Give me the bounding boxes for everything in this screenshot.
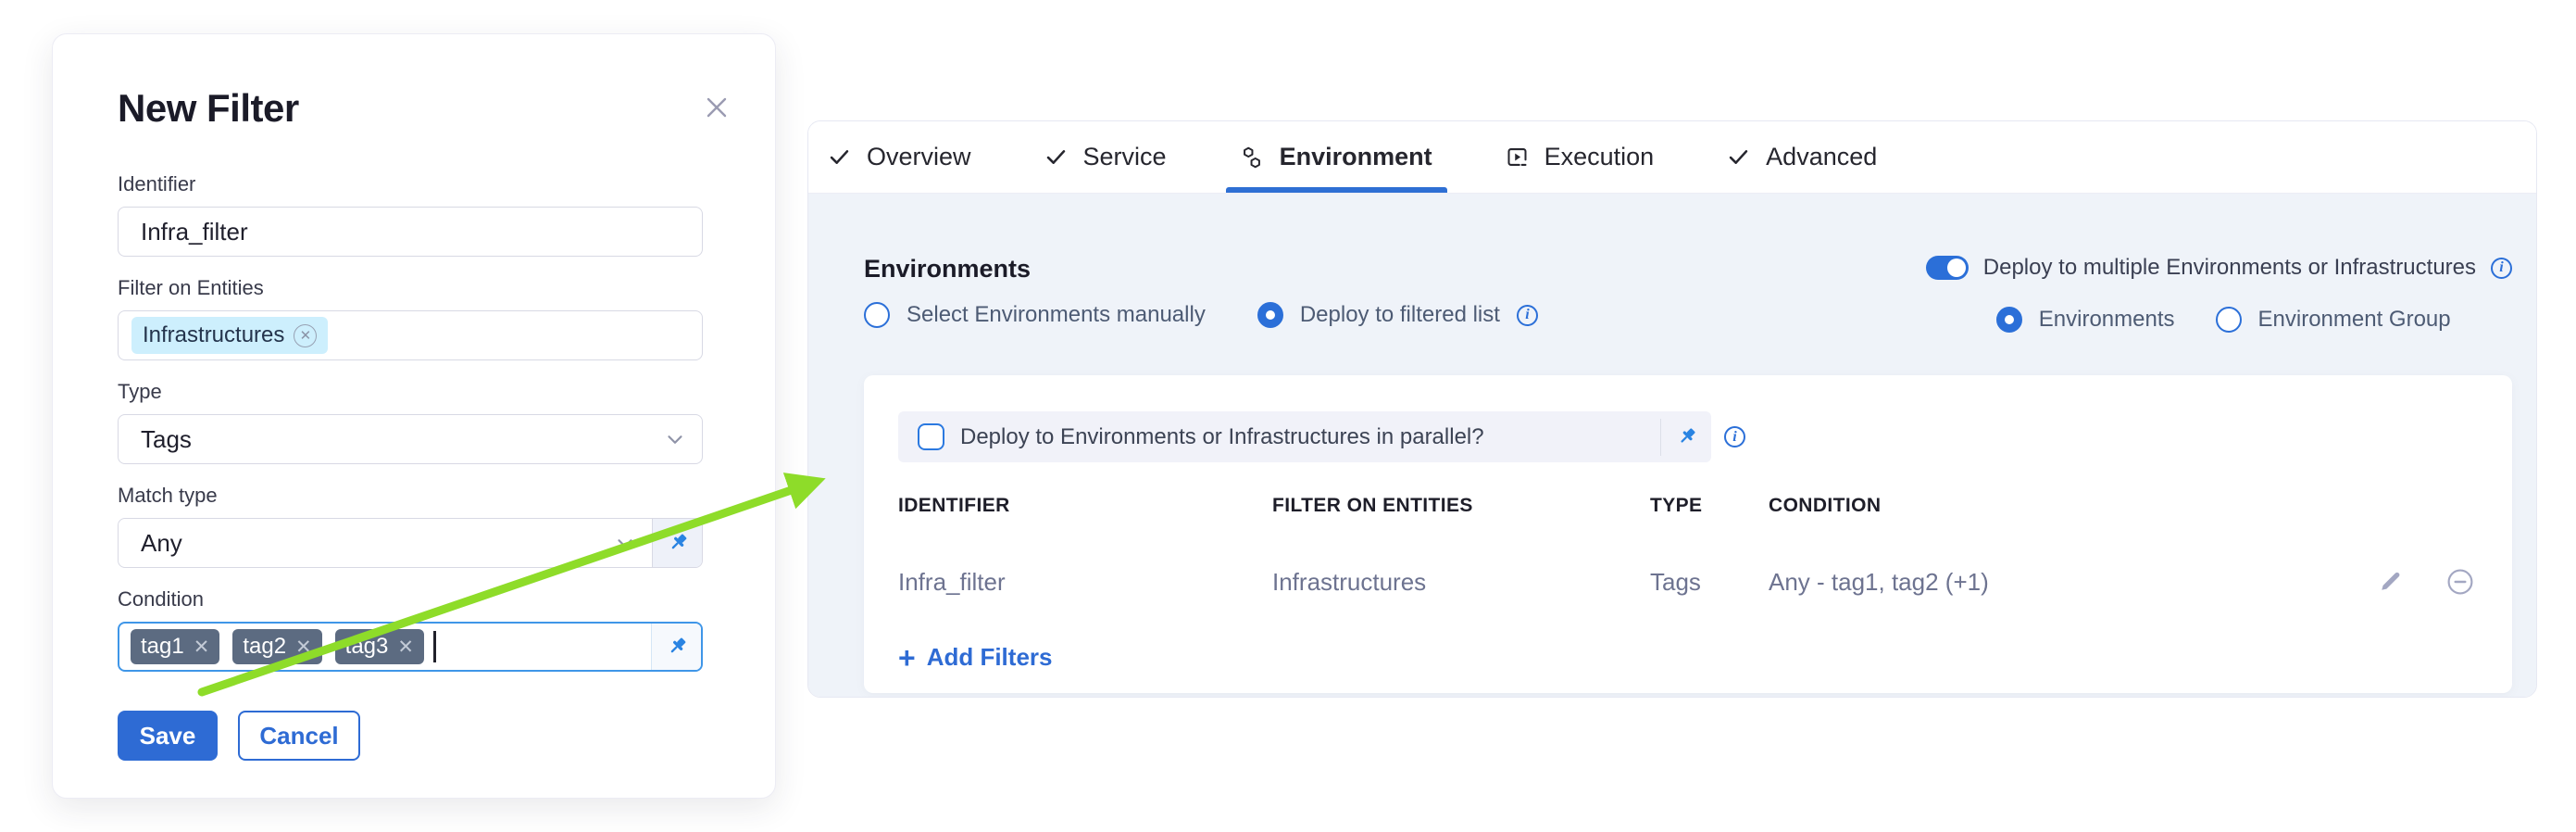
hexagons-icon (1239, 145, 1265, 170)
tag-chip-label: tag1 (141, 634, 184, 660)
plus-icon: + (898, 646, 916, 670)
tab-label: Environment (1280, 143, 1432, 171)
text-cursor (433, 631, 436, 662)
table-row: Infra_filter Infrastructures Tags Any - … (898, 567, 2475, 597)
chevron-down-icon (663, 427, 687, 451)
save-button[interactable]: Save (118, 711, 218, 761)
dialog-title: New Filter (118, 84, 753, 132)
chip-remove-icon[interactable]: ✕ (294, 324, 317, 347)
parallel-checkbox-label[interactable]: Deploy to Environments or Infrastructure… (960, 424, 1484, 450)
tab-overview[interactable]: Overview (827, 121, 971, 193)
stage-tabbar: Overview Service Environment Execution A… (808, 121, 2536, 194)
remove-minus-icon[interactable] (2445, 567, 2475, 597)
col-condition: CONDITION (1769, 495, 2327, 517)
tag-chip[interactable]: tag3 ✕ (335, 629, 424, 664)
edit-pencil-icon[interactable] (2377, 567, 2405, 597)
add-filters-label: Add Filters (927, 643, 1053, 672)
play-square-icon (1505, 145, 1530, 170)
identifier-input[interactable]: Infra_filter (118, 207, 703, 257)
info-icon[interactable]: i (1724, 426, 1745, 448)
tag-chip-label: tag2 (243, 634, 286, 660)
multi-env-toggle-label[interactable]: Deploy to multiple Environments or Infra… (1983, 255, 2476, 281)
pin-icon[interactable] (651, 624, 701, 670)
parallel-checkbox[interactable] (918, 423, 944, 450)
radio-environments[interactable] (1996, 307, 2022, 333)
radio-select-manually-label[interactable]: Select Environments manually (907, 302, 1206, 328)
tab-label: Service (1083, 143, 1167, 171)
radio-environments-label[interactable]: Environments (2039, 307, 2175, 333)
col-identifier: IDENTIFIER (898, 495, 1272, 517)
row-type: Tags (1650, 568, 1769, 597)
check-icon (1726, 145, 1751, 170)
info-icon[interactable]: i (1517, 305, 1538, 326)
tab-environment[interactable]: Environment (1239, 121, 1432, 193)
tag-remove-icon[interactable]: ✕ (295, 636, 312, 659)
identifier-value: Infra_filter (119, 218, 248, 246)
radio-select-manually[interactable] (864, 302, 890, 328)
parallel-option-row: Deploy to Environments or Infrastructure… (898, 411, 1711, 462)
tag-chip[interactable]: tag1 ✕ (131, 629, 219, 664)
environment-tab-content: Environments Select Environments manuall… (808, 194, 2536, 698)
row-condition: Any - tag1, tag2 (+1) (1769, 568, 2327, 597)
pipeline-stage-panel: Overview Service Environment Execution A… (807, 120, 2537, 698)
check-icon (1044, 145, 1069, 170)
chevron-down-icon (613, 531, 637, 555)
radio-environment-group-label[interactable]: Environment Group (2258, 307, 2451, 333)
row-identifier: Infra_filter (898, 568, 1272, 597)
col-type: TYPE (1650, 495, 1769, 517)
radio-deploy-filtered-label[interactable]: Deploy to filtered list (1300, 302, 1500, 328)
new-filter-dialog: New Filter Identifier Infra_filter Filte… (52, 33, 776, 799)
match-type-label: Match type (118, 483, 753, 509)
environments-heading: Environments (864, 255, 1538, 284)
identifier-label: Identifier (118, 171, 753, 197)
filters-card: Deploy to Environments or Infrastructure… (864, 375, 2512, 693)
radio-environment-group[interactable] (2216, 307, 2242, 333)
type-label: Type (118, 379, 753, 405)
entities-chip[interactable]: Infrastructures ✕ (131, 317, 328, 354)
info-icon[interactable]: i (2491, 258, 2512, 279)
filter-on-entities-label: Filter on Entities (118, 275, 753, 301)
entities-chip-label: Infrastructures (143, 322, 284, 348)
type-select[interactable]: Tags (118, 414, 703, 464)
close-icon[interactable] (701, 92, 732, 123)
add-filters-button[interactable]: + Add Filters (898, 643, 1052, 672)
tab-label: Advanced (1766, 143, 1877, 171)
type-value: Tags (119, 425, 192, 454)
pin-icon[interactable] (652, 519, 702, 567)
row-filter-on-entities: Infrastructures (1272, 568, 1650, 597)
radio-deploy-filtered[interactable] (1257, 302, 1283, 328)
toggle-knob (1947, 258, 1966, 277)
multi-env-toggle[interactable] (1926, 256, 1969, 280)
tag-chip-label: tag3 (345, 634, 389, 660)
tag-chip[interactable]: tag2 ✕ (232, 629, 321, 664)
match-type-select[interactable]: Any (118, 518, 703, 568)
condition-label: Condition (118, 586, 753, 612)
col-filter-on-entities: FILTER ON ENTITIES (1272, 495, 1650, 517)
filters-table-header: IDENTIFIER FILTER ON ENTITIES TYPE CONDI… (898, 495, 2475, 517)
pin-icon[interactable] (1661, 424, 1711, 449)
tag-remove-icon[interactable]: ✕ (397, 636, 414, 659)
tab-execution[interactable]: Execution (1505, 121, 1655, 193)
condition-input[interactable]: tag1 ✕ tag2 ✕ tag3 ✕ (118, 622, 703, 672)
match-type-value: Any (119, 529, 182, 558)
tab-service[interactable]: Service (1044, 121, 1167, 193)
tab-advanced[interactable]: Advanced (1726, 121, 1877, 193)
tag-remove-icon[interactable]: ✕ (194, 636, 210, 659)
cancel-button[interactable]: Cancel (238, 711, 360, 761)
check-icon (827, 145, 852, 170)
tab-label: Execution (1544, 143, 1655, 171)
active-tab-underline (1226, 187, 1447, 193)
filter-on-entities-input[interactable]: Infrastructures ✕ (118, 310, 703, 360)
tab-label: Overview (867, 143, 971, 171)
